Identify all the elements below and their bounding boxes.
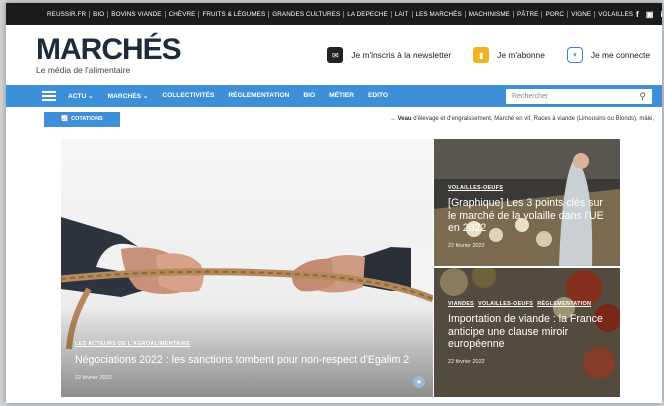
nav-item-marches[interactable]: MARCHÉS ⌄ — [108, 92, 149, 100]
side1-date: 22 février 2022 — [448, 242, 485, 249]
side2-text: VIANDES VOLAILLES-OEUFS RÉGLEMENTATION I… — [448, 301, 612, 365]
side1-title[interactable]: [Graphique] Les 3 points clés sur le mar… — [448, 197, 612, 235]
search-placeholder: Rechercher — [512, 92, 549, 100]
network-link[interactable]: BIO — [90, 10, 109, 18]
subscribe-link[interactable]: ▮ Je m'abonne — [473, 47, 545, 63]
nav-item-metier[interactable]: MÉTIER — [329, 92, 354, 100]
hero-date: 22 février 2022 — [75, 375, 112, 381]
top-bar: REUSSIR.FR BIO BOVINS VIANDE CHÈVRE FRUI… — [6, 3, 662, 25]
premium-icon: ★ — [413, 376, 425, 388]
browser-screenshot: REUSSIR.FR BIO BOVINS VIANDE CHÈVRE FRUI… — [6, 3, 662, 403]
network-link[interactable]: PÂTRE — [514, 10, 543, 18]
nav-item-bio[interactable]: BIO — [303, 92, 315, 100]
subscribe-label: Je m'abonne — [497, 50, 545, 60]
nav-item-reglementation[interactable]: RÉGLEMENTATION — [228, 92, 289, 100]
hamburger-menu-icon[interactable] — [42, 91, 56, 101]
side1-text: VOLAILLES-OEUFS [Graphique] Les 3 points… — [448, 185, 612, 249]
nav-menu: ACTU ⌄ MARCHÉS ⌄ COLLECTIVITÉS RÉGLEMENT… — [68, 92, 388, 100]
search-input[interactable]: Rechercher ⚲ — [506, 88, 652, 104]
side2-category[interactable]: VOLAILLES-OEUFS — [478, 301, 533, 307]
network-link[interactable]: FRUITS & LÉGUMES — [199, 10, 270, 18]
newsletter-link[interactable]: ✉ Je m'inscris à la newsletter — [327, 47, 451, 63]
network-link[interactable]: MACHINISME — [466, 10, 514, 18]
nav-item-actu[interactable]: ACTU ⌄ — [68, 92, 94, 100]
facebook-icon[interactable]: f — [636, 10, 639, 19]
site-logo[interactable]: MARCHÉS Le média de l'alimentaire — [36, 32, 182, 75]
newsletter-label: Je m'inscris à la newsletter — [351, 50, 452, 60]
featured-grid: LES ACTEURS DE L'AGROALIMENTAIRE Négocia… — [61, 139, 620, 397]
network-link[interactable]: LA DEPECHE — [344, 10, 392, 18]
network-link[interactable]: REUSSIR.FR — [44, 10, 91, 18]
chart-icon: 📈 — [61, 116, 69, 122]
side2-category[interactable]: VIANDES — [448, 301, 474, 307]
ticker-text: d'élevage et d'engraissement, Marché en … — [411, 116, 654, 122]
nav-item-edito[interactable]: EDITO — [368, 92, 388, 100]
nav-item-collectivites[interactable]: COLLECTIVITÉS — [162, 92, 214, 100]
login-label: Je me connecte — [590, 50, 650, 60]
side2-category[interactable]: RÉGLEMENTATION — [537, 301, 591, 307]
social-links: f ▣ in — [636, 10, 662, 19]
logo-text: MARCHÉS — [36, 32, 182, 66]
search-icon[interactable]: ⚲ — [639, 91, 646, 102]
network-link[interactable]: CHÈVRE — [166, 10, 200, 18]
network-link[interactable]: GRANDES CULTURES — [269, 10, 345, 18]
user-icon: ⍤ — [566, 47, 583, 63]
network-link[interactable]: PORC — [542, 10, 569, 18]
hero-category[interactable]: LES ACTEURS DE L'AGROALIMENTAIRE — [75, 341, 423, 347]
side2-date: 22 février 2022 — [448, 358, 485, 365]
hero-article[interactable]: LES ACTEURS DE L'AGROALIMENTAIRE Négocia… — [61, 139, 433, 397]
header-actions: ✉ Je m'inscris à la newsletter ▮ Je m'ab… — [327, 47, 650, 63]
site-network-links: REUSSIR.FR BIO BOVINS VIANDE CHÈVRE FRUI… — [44, 10, 636, 18]
magazine-icon: ▮ — [473, 47, 490, 63]
side-article-2[interactable]: VIANDES VOLAILLES-OEUFS RÉGLEMENTATION I… — [434, 268, 620, 397]
side1-category[interactable]: VOLAILLES-OEUFS — [448, 185, 503, 191]
price-ticker[interactable]: → Veau d'élevage et d'engraissement, Mar… — [390, 116, 654, 122]
network-link[interactable]: LES MARCHÉS — [413, 10, 466, 18]
cotations-button[interactable]: 📈 COTATIONS — [44, 111, 120, 127]
network-link[interactable]: LAIT — [392, 10, 413, 18]
main-nav: ACTU ⌄ MARCHÉS ⌄ COLLECTIVITÉS RÉGLEMENT… — [6, 85, 662, 107]
ticker-product: Veau — [397, 116, 412, 122]
side-article-1[interactable]: VOLAILLES-OEUFS [Graphique] Les 3 points… — [434, 139, 620, 266]
youtube-icon[interactable]: ▣ — [646, 10, 654, 19]
network-link[interactable]: BOVINS VIANDE — [108, 10, 166, 18]
network-link[interactable]: VOLAILLES — [595, 11, 636, 18]
envelope-icon: ✉ — [327, 47, 344, 63]
cotations-label: COTATIONS — [71, 116, 103, 122]
site-header: MARCHÉS Le média de l'alimentaire ✉ Je m… — [6, 25, 662, 85]
sub-bar: 📈 COTATIONS → Veau d'élevage et d'engrai… — [6, 107, 662, 131]
side2-title[interactable]: Importation de viande : la France antici… — [448, 313, 612, 351]
login-link[interactable]: ⍤ Je me connecte — [566, 47, 650, 63]
hero-title[interactable]: Négociations 2022 : les sanctions tomben… — [75, 354, 423, 367]
hero-text: LES ACTEURS DE L'AGROALIMENTAIRE Négocia… — [75, 341, 423, 381]
linkedin-icon[interactable]: in — [660, 10, 662, 19]
network-link[interactable]: VIGNE — [568, 10, 596, 18]
logo-tagline: Le média de l'alimentaire — [36, 64, 131, 75]
